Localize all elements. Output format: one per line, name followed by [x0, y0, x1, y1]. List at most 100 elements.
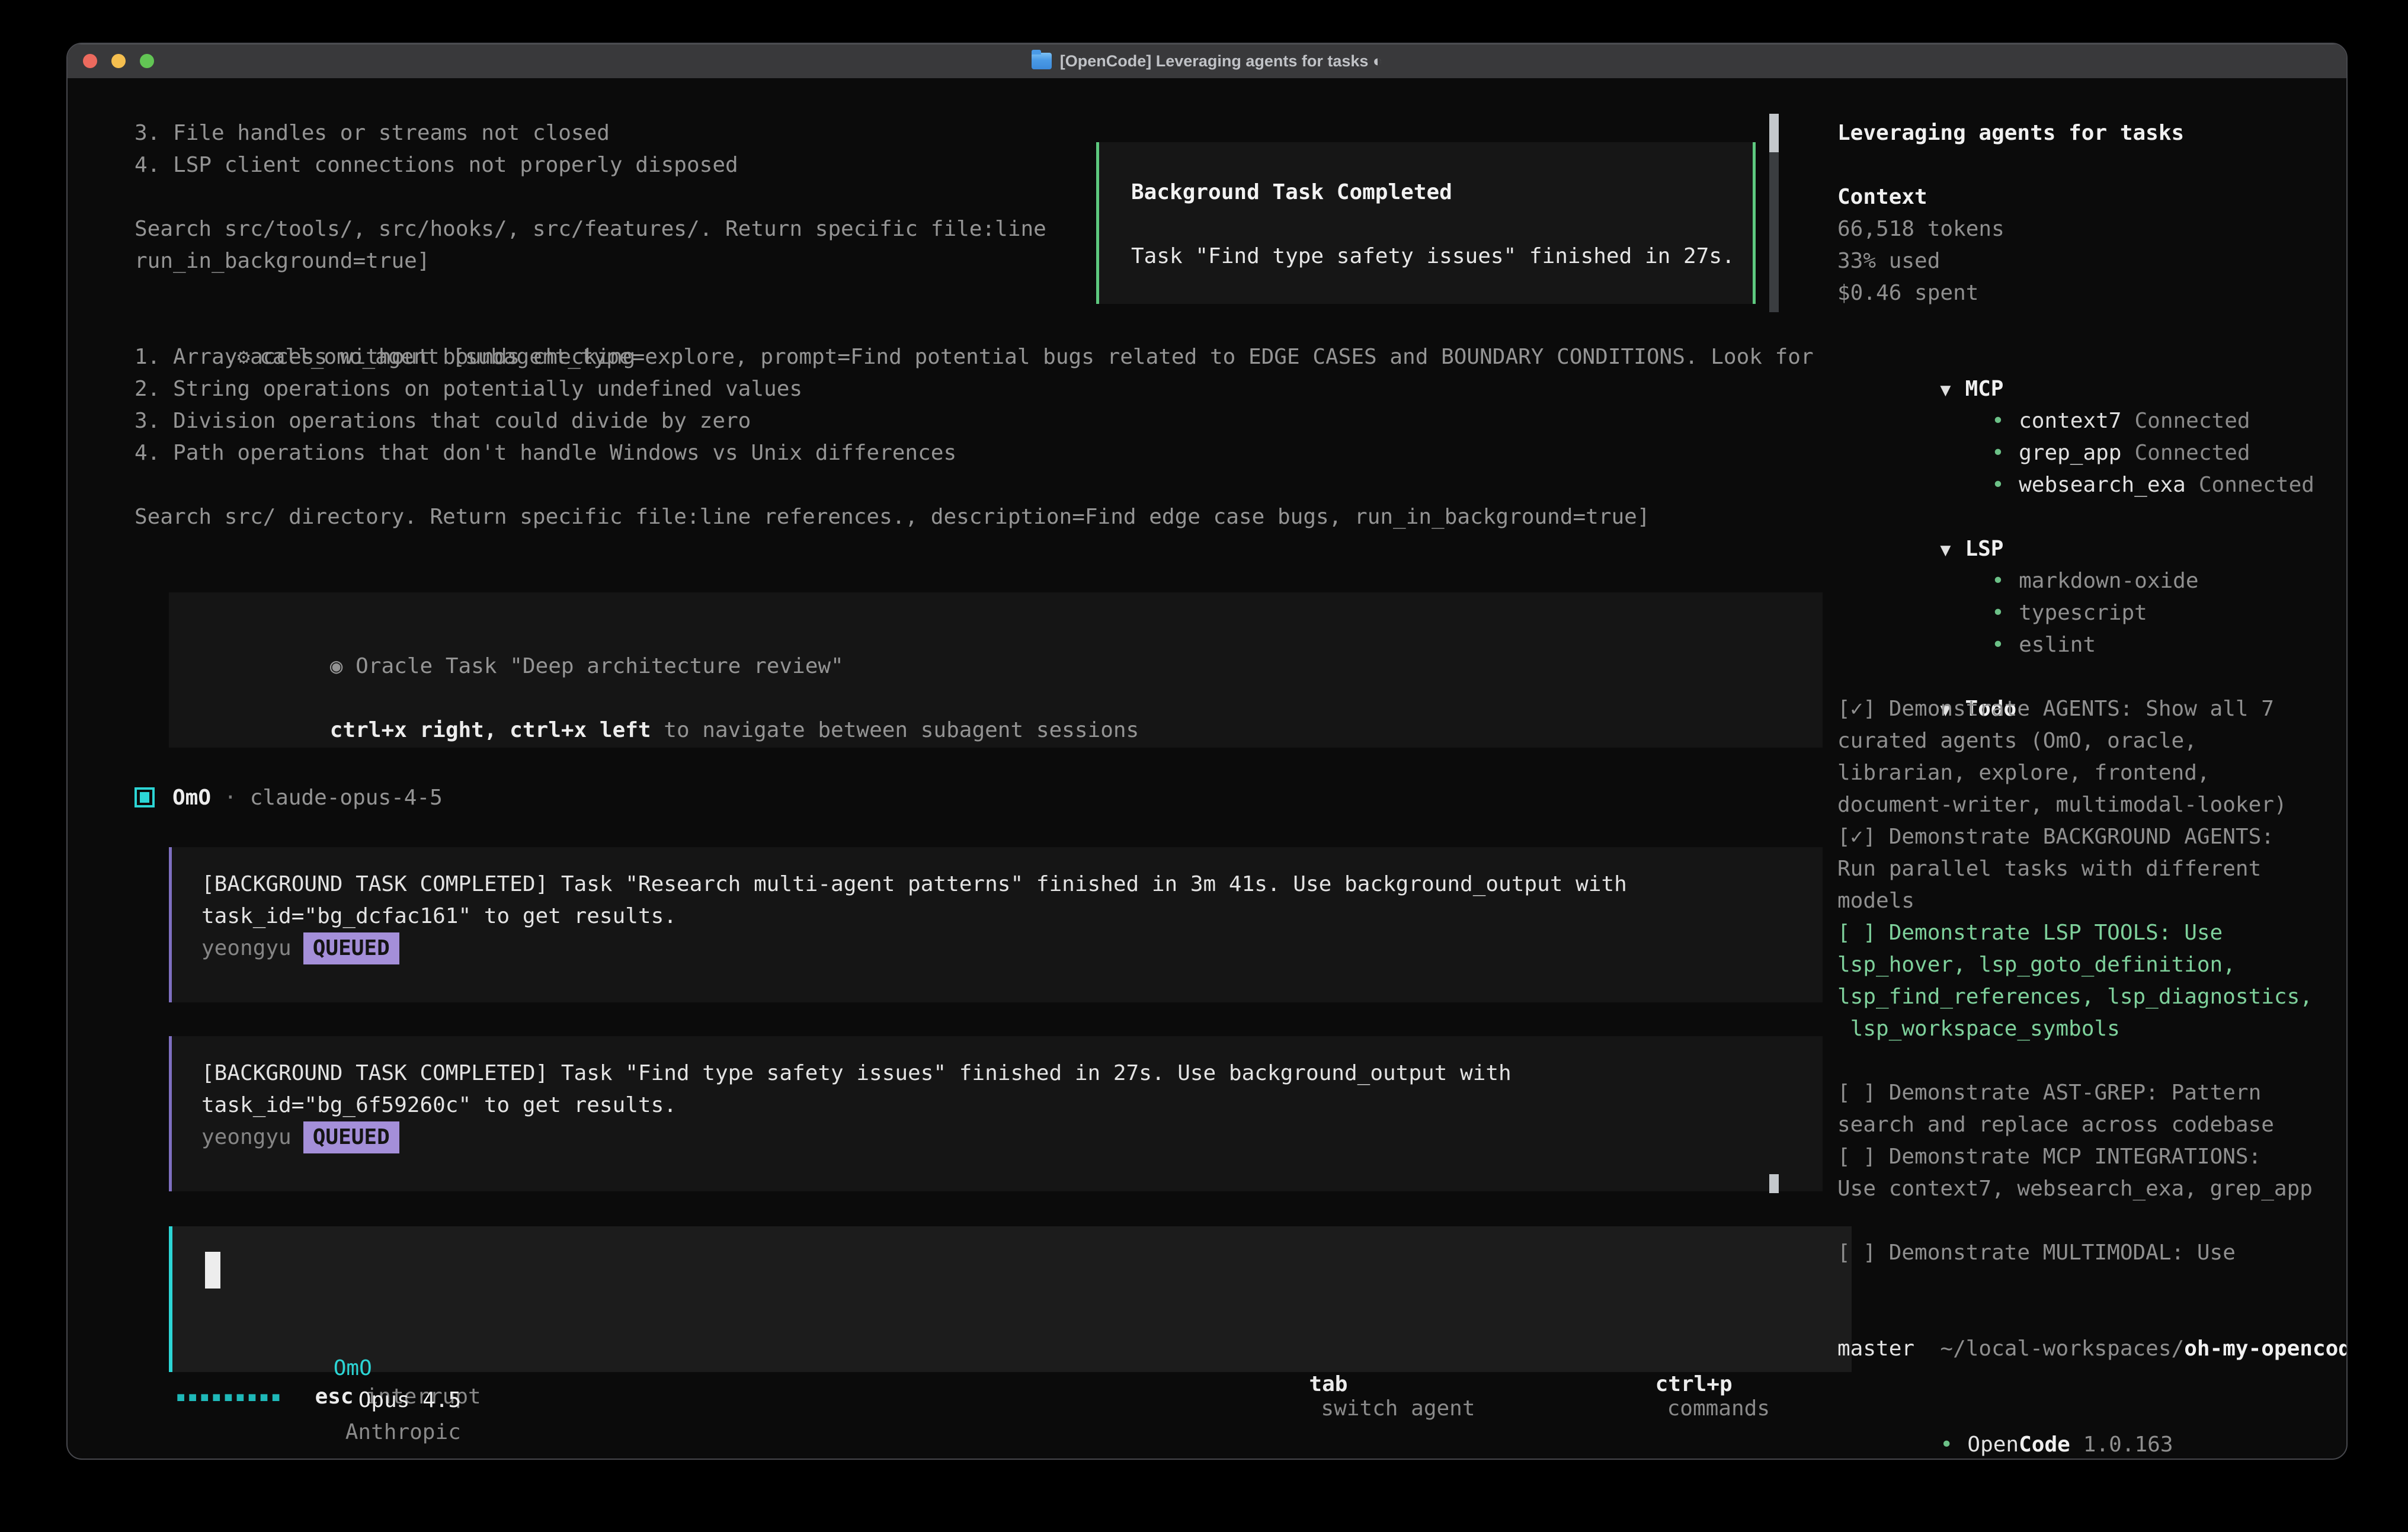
- chat-line: 2. String operations on potentially unde…: [135, 373, 1801, 405]
- todo-line-active: lsp_find_references, lsp_diagnostics,: [1837, 981, 2348, 1013]
- tab-key-label: switch agent: [1321, 1396, 1475, 1421]
- chat-line: Search src/ directory. Return specific f…: [135, 501, 1801, 533]
- todo-line-pending: search and replace across codebase: [1837, 1109, 2348, 1141]
- oracle-task-box[interactable]: ◉ Oracle Task "Deep architecture review"…: [169, 592, 1823, 748]
- hint-shortcut: ctrl+x right, ctrl+x left: [330, 718, 651, 742]
- window-content: 3. File handles or streams not closed4. …: [68, 78, 2346, 1459]
- mcp-server-status: Connected: [2134, 441, 2250, 465]
- input-model-name: Opus 4.5: [358, 1388, 461, 1412]
- window-title: [OpenCode] Leveraging agents for tasks ◐: [1032, 52, 1382, 70]
- todo-line-done: librarian, explore, frontend,: [1837, 757, 2348, 789]
- input-agent-name: OmO: [334, 1356, 372, 1380]
- mcp-server-name: context7: [2019, 409, 2121, 433]
- todo-line-pending: [ ] Demonstrate MULTIMODAL: Use: [1837, 1237, 2348, 1269]
- agent-name: OmO: [172, 786, 211, 810]
- context-line: $0.46 spent: [1837, 277, 2348, 309]
- spacer-line: [1837, 309, 2348, 341]
- opencode-window: [OpenCode] Leveraging agents for tasks ◐…: [66, 43, 2348, 1460]
- todo-line-pending: [ ] Demonstrate AST-GREP: Pattern: [1837, 1077, 2348, 1109]
- workspace-path-prefix: ~/local-workspaces/: [1940, 1337, 2184, 1361]
- chat-scrollbar-track[interactable]: [1769, 152, 1779, 312]
- lsp-server-name: typescript: [2019, 601, 2147, 625]
- author-name: yeongyu: [201, 932, 292, 964]
- section-header-mcp[interactable]: ▼MCP: [1837, 341, 2348, 373]
- background-task-message: [BACKGROUND TASK COMPLETED] Task "Find t…: [169, 1036, 1823, 1191]
- todo-line-done: [✓] Demonstrate AGENTS: Show all 7: [1837, 693, 2348, 725]
- prompt-input[interactable]: OmO Opus 4.5 Anthropic: [169, 1226, 1852, 1372]
- queued-badge: QUEUED: [303, 932, 399, 964]
- zoom-button[interactable]: [140, 54, 154, 68]
- author-name: yeongyu: [201, 1121, 292, 1153]
- bullet-icon: •: [1991, 565, 2019, 597]
- message-meta-row: yeongyu QUEUED: [201, 932, 1823, 964]
- oracle-task-title-line: ◉ Oracle Task "Deep architecture review": [201, 618, 1823, 650]
- message-line-2: task_id="bg_dcfac161" to get results.: [201, 900, 1823, 932]
- input-footer: OmO Opus 4.5 Anthropic: [205, 1321, 461, 1352]
- workspace-path: ~/local-workspaces/oh-my-opencode:: [1837, 1301, 2348, 1333]
- bullet-icon: •: [1991, 629, 2019, 661]
- spacer-line: [1837, 1045, 2348, 1077]
- spacer-line: [1837, 1205, 2348, 1237]
- folder-icon: [1032, 53, 1052, 69]
- spacer-line: [1131, 209, 1753, 241]
- bullet-icon: •: [1991, 469, 2019, 501]
- app-name-bold: Code: [2019, 1432, 2070, 1457]
- window-title-text: [OpenCode] Leveraging agents for tasks ◐: [1060, 52, 1382, 70]
- bullet-icon: •: [1991, 437, 2019, 469]
- mcp-server-status: Connected: [2199, 473, 2314, 497]
- notification-body: Task "Find type safety issues" finished …: [1131, 241, 1753, 273]
- agent-square-icon: [135, 787, 155, 807]
- oracle-task-title: Oracle Task "Deep architecture review": [356, 654, 844, 678]
- tab-key-hint: tab: [1309, 1372, 1347, 1396]
- tool-call-line: ⚙call_omo_agent [subagent_type=explore, …: [135, 309, 1801, 341]
- lsp-server-name: eslint: [2019, 633, 2096, 657]
- lsp-server-name: markdown-oxide: [2019, 569, 2198, 593]
- chat-scrollbar-end[interactable]: [1769, 1174, 1779, 1193]
- version-row: •OpenCode1.0.163: [1837, 1397, 2348, 1429]
- app-version-number: 1.0.163: [2083, 1432, 2173, 1457]
- todo-done-lines: [✓] Demonstrate AGENTS: Show all 7curate…: [1837, 693, 2348, 917]
- mcp-server-status: Connected: [2134, 409, 2250, 433]
- chat-line: 4. Path operations that don't handle Win…: [135, 437, 1801, 469]
- minimize-button[interactable]: [111, 54, 126, 68]
- message-line-2: task_id="bg_6f59260c" to get results.: [201, 1089, 1823, 1121]
- context-line: 33% used: [1837, 245, 2348, 277]
- lsp-heading-label: LSP: [1965, 537, 2003, 561]
- todo-line-done: models: [1837, 885, 2348, 917]
- fisheye-icon: ◉: [330, 654, 343, 678]
- agent-model: claude-opus-4-5: [250, 786, 443, 810]
- close-button[interactable]: [83, 54, 97, 68]
- todo-line-active: lsp_workspace_symbols: [1837, 1013, 2348, 1045]
- todo-line-active: [ ] Demonstrate LSP TOOLS: Use: [1837, 917, 2348, 949]
- window-controls: [83, 44, 154, 78]
- context-line: 66,518 tokens: [1837, 213, 2348, 245]
- chevron-down-icon: ▼: [1940, 380, 1951, 400]
- todo-line-done: document-writer, multimodal-looker): [1837, 789, 2348, 821]
- todo-active-lines: [ ] Demonstrate LSP TOOLS: Uselsp_hover,…: [1837, 917, 2348, 1045]
- sidebar: Leveraging agents for tasks Context 66,5…: [1801, 78, 2348, 1459]
- hint-text: to navigate between subagent sessions: [651, 718, 1139, 742]
- workspace-repo-name: oh-my-opencode:: [2184, 1337, 2348, 1361]
- message-line-1: [BACKGROUND TASK COMPLETED] Task "Resear…: [201, 868, 1823, 900]
- bullet-icon: •: [1991, 597, 2019, 629]
- titlebar[interactable]: [OpenCode] Leveraging agents for tasks ◐: [68, 44, 2346, 78]
- todo-line-pending: [ ] Demonstrate MCP INTEGRATIONS:: [1837, 1141, 2348, 1173]
- notification-toast[interactable]: Background Task Completed Task "Find typ…: [1096, 142, 1756, 304]
- spacer-line: [1837, 1269, 2348, 1301]
- app-name-regular: Open: [1967, 1432, 2019, 1457]
- chevron-down-icon: ▼: [1940, 540, 1951, 560]
- background-task-message: [BACKGROUND TASK COMPLETED] Task "Resear…: [169, 847, 1823, 1002]
- queued-badge: QUEUED: [303, 1121, 399, 1153]
- todo-line-active: lsp_hover, lsp_goto_definition,: [1837, 949, 2348, 981]
- todo-pending-tail: [ ] Demonstrate MULTIMODAL: Use: [1837, 1237, 2348, 1269]
- session-title: Leveraging agents for tasks: [1837, 117, 2348, 149]
- todo-line-done: Run parallel tasks with different: [1837, 853, 2348, 885]
- bullet-icon: •: [1991, 405, 2019, 437]
- context-lines: 66,518 tokens33% used$0.46 spent: [1837, 213, 2348, 309]
- message-line-1: [BACKGROUND TASK COMPLETED] Task "Find t…: [201, 1057, 1823, 1089]
- separator-dot: ·: [224, 786, 237, 810]
- chat-scrollbar-thumb[interactable]: [1769, 114, 1779, 152]
- spacer-line: [1837, 149, 2348, 181]
- ctrlp-key-hint: ctrl+p: [1655, 1372, 1733, 1396]
- bullet-icon: •: [1940, 1429, 1967, 1460]
